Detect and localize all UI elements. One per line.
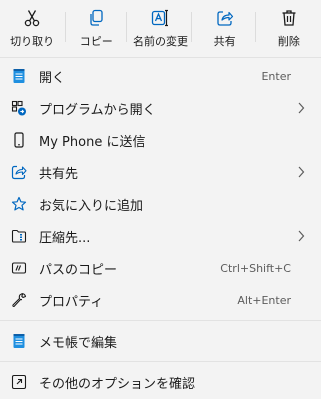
- rename-label: 名前の変更: [132, 35, 188, 48]
- menu-item-compress-to[interactable]: 圧縮先...: [0, 220, 321, 252]
- copy-icon: [90, 9, 103, 26]
- menu-item-label: プロパティ: [39, 294, 104, 310]
- menu-item-label: My Phone に送信: [39, 134, 146, 150]
- toolbar-divider: [126, 12, 127, 42]
- more-options-icon: [11, 374, 27, 390]
- menu-item-label: その他のオプションを確認: [39, 376, 196, 392]
- notepad-icon: [13, 334, 25, 348]
- wrench-icon: [12, 292, 27, 308]
- toolbar-divider: [65, 12, 66, 42]
- menu-item-label: メモ帳で編集: [39, 335, 118, 351]
- menu-item-more-options[interactable]: その他のオプションを確認: [0, 366, 321, 398]
- menu-item-add-favorite[interactable]: お気に入りに追加: [0, 188, 321, 220]
- phone-icon: [14, 132, 24, 148]
- menu-item-send-to-phone[interactable]: My Phone に送信: [0, 124, 321, 156]
- star-icon: [11, 196, 27, 211]
- menu-item-label: お気に入りに追加: [39, 198, 144, 214]
- copy-path-icon: [11, 262, 27, 274]
- rename-icon: [152, 9, 169, 27]
- open-with-icon: [11, 100, 26, 116]
- share-icon: [11, 165, 27, 180]
- delete-button[interactable]: 削除: [258, 0, 320, 56]
- share-button[interactable]: 共有: [194, 0, 256, 56]
- menu-item-shortcut: Ctrl+Shift+C: [220, 261, 291, 275]
- zip-folder-icon: [11, 229, 27, 243]
- menu-item-share-to[interactable]: 共有先: [0, 156, 321, 188]
- menu-item-label: パスのコピー: [39, 262, 118, 278]
- delete-label: 削除: [277, 35, 300, 48]
- notepad-icon: [13, 69, 25, 83]
- chevron-right-icon: [298, 166, 305, 178]
- menu-item-label: 開く: [39, 70, 66, 86]
- menu-separator: [0, 57, 321, 58]
- menu-item-open[interactable]: 開く Enter: [0, 60, 321, 92]
- menu-item-label: 共有先: [39, 166, 79, 182]
- menu-separator: [0, 320, 321, 321]
- share-icon: [217, 11, 233, 26]
- rename-button[interactable]: 名前の変更: [129, 0, 191, 56]
- quick-actions-toolbar: 切り取り コピー 名前の変更 共有 削除: [0, 0, 321, 56]
- toolbar-divider: [191, 12, 192, 42]
- copy-button[interactable]: コピー: [65, 0, 127, 56]
- menu-item-open-with[interactable]: プログラムから開く: [0, 92, 321, 124]
- cut-label: 切り取り: [10, 35, 55, 48]
- menu-item-label: プログラムから開く: [39, 102, 156, 118]
- share-label: 共有: [213, 35, 236, 48]
- menu-item-properties[interactable]: プロパティ Alt+Enter: [0, 284, 321, 316]
- menu-item-edit-notepad[interactable]: メモ帳で編集: [0, 325, 321, 357]
- menu-item-shortcut: Enter: [261, 69, 291, 83]
- context-menu: 切り取り コピー 名前の変更 共有 削除 開く Enter プログラムから開く …: [0, 0, 321, 399]
- toolbar-divider: [255, 12, 256, 42]
- scissors-icon: [24, 10, 40, 27]
- copy-label: コピー: [79, 35, 113, 48]
- menu-item-label: 圧縮先...: [39, 230, 91, 246]
- chevron-right-icon: [298, 230, 305, 242]
- menu-item-copy-path[interactable]: パスのコピー Ctrl+Shift+C: [0, 252, 321, 284]
- cut-button[interactable]: 切り取り: [1, 0, 63, 56]
- menu-separator: [0, 361, 321, 362]
- trash-icon: [282, 10, 296, 26]
- menu-item-shortcut: Alt+Enter: [237, 293, 291, 307]
- chevron-right-icon: [298, 102, 305, 114]
